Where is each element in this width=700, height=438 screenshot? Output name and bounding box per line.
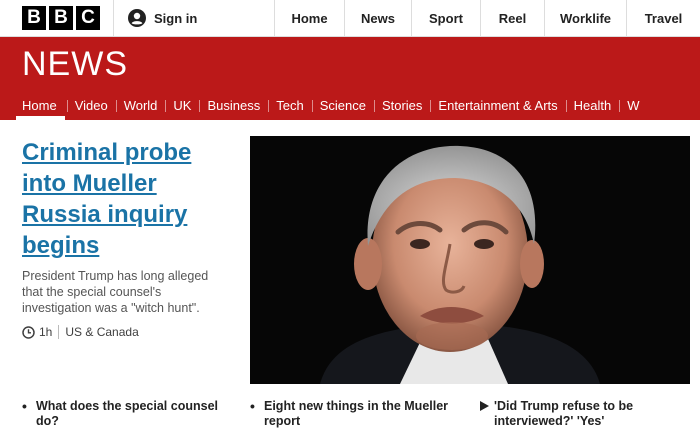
news-nav-stories[interactable]: Stories	[373, 91, 430, 120]
news-nav-entertainment-arts[interactable]: Entertainment & Arts	[430, 91, 565, 120]
play-icon	[480, 401, 489, 411]
bbc-logo-letter: B	[22, 6, 46, 30]
global-nav-travel[interactable]: Travel	[627, 0, 700, 36]
related-link[interactable]: • Eight new things in the Mueller report	[250, 399, 455, 429]
news-nav-home[interactable]: Home	[0, 91, 67, 120]
news-logo[interactable]: NEWS	[22, 45, 128, 84]
related-link[interactable]: • What does the special counsel do?	[22, 399, 222, 429]
news-nav-science[interactable]: Science	[311, 91, 374, 120]
news-nav-uk[interactable]: UK	[165, 91, 199, 120]
timestamp: 1h	[39, 325, 60, 339]
global-header: B B C Sign in Home News Sport Reel Workl…	[0, 0, 700, 37]
news-nav-business[interactable]: Business	[199, 91, 268, 120]
section-link[interactable]: US & Canada	[65, 325, 138, 339]
bullet-icon: •	[22, 398, 27, 414]
global-nav-sport[interactable]: Sport	[412, 0, 481, 36]
sign-in-button[interactable]: Sign in	[114, 0, 275, 36]
related-video-link[interactable]: 'Did Trump refuse to be interviewed?' 'Y…	[478, 399, 678, 429]
news-nav-world-news-truncated[interactable]: W	[619, 91, 647, 120]
lead-image[interactable]	[250, 136, 690, 384]
global-nav-news[interactable]: News	[345, 0, 412, 36]
portrait-photo	[250, 136, 690, 384]
news-nav-health[interactable]: Health	[565, 91, 620, 120]
news-nav: Home Video World UK Business Tech Scienc…	[0, 91, 648, 120]
global-nav: Home News Sport Reel Worklife Travel	[275, 0, 700, 36]
related-link-text: 'Did Trump refuse to be interviewed?' 'Y…	[494, 399, 634, 428]
bbc-logo-letter: B	[49, 6, 73, 30]
clock-icon	[22, 325, 35, 339]
bbc-logo[interactable]: B B C	[0, 0, 114, 36]
bbc-logo-letter: C	[76, 6, 100, 30]
news-header: NEWS Home Video World UK Business Tech S…	[0, 37, 700, 120]
global-nav-home[interactable]: Home	[275, 0, 345, 36]
global-nav-worklife[interactable]: Worklife	[545, 0, 627, 36]
global-nav-reel[interactable]: Reel	[481, 0, 545, 36]
bullet-icon: •	[250, 398, 255, 414]
related-link-text: What does the special counsel do?	[36, 399, 218, 428]
related-link-text: Eight new things in the Mueller report	[264, 399, 449, 428]
news-nav-tech[interactable]: Tech	[268, 91, 311, 120]
news-nav-world[interactable]: World	[115, 91, 166, 120]
sign-in-label: Sign in	[154, 10, 198, 26]
lead-summary: President Trump has long alleged that th…	[22, 269, 209, 315]
news-nav-video[interactable]: Video	[66, 91, 116, 120]
lead-meta: 1h US & Canada	[22, 325, 139, 339]
user-icon	[128, 9, 146, 27]
lead-headline-link[interactable]: Criminal probe into Mueller Russia inqui…	[22, 137, 232, 261]
